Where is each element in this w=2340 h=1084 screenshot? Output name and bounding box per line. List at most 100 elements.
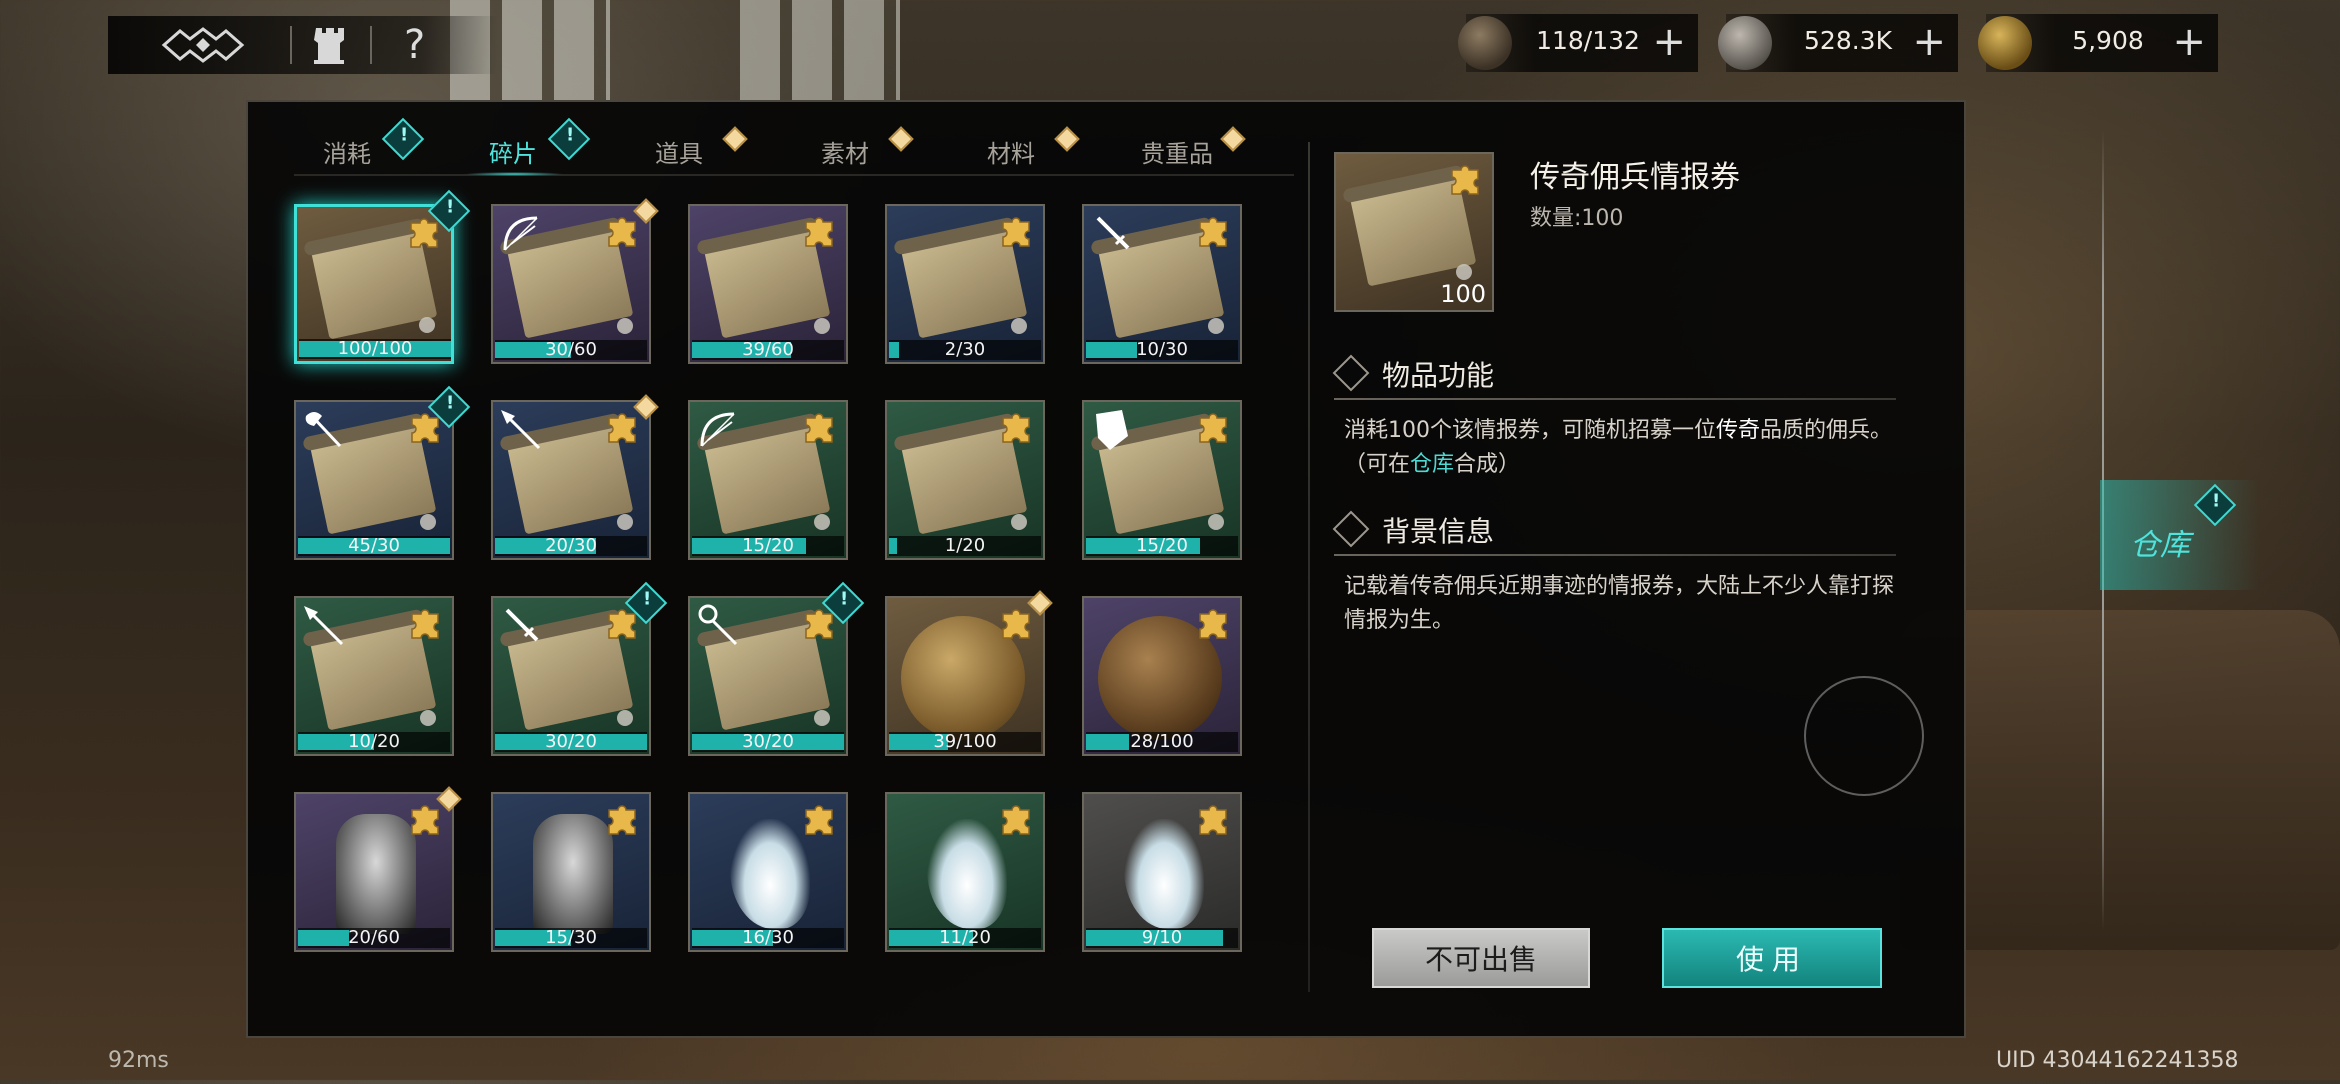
active-tab-indicator <box>464 172 564 176</box>
logo-icon <box>161 27 245 63</box>
fragment-count: 45/30 <box>348 535 400 556</box>
fragment-count: 16/30 <box>742 927 794 948</box>
user-id: UID 43044162241358 <box>1996 1048 2239 1073</box>
fragment-progress-bar: 15/30 <box>495 928 647 948</box>
spirit-wisp-art <box>1124 819 1204 929</box>
back-logo-button[interactable] <box>158 24 248 66</box>
background-section-title: 背景信息 <box>1332 510 1494 550</box>
puzzle-piece-icon <box>608 217 636 247</box>
fragment-progress-bar: 9/10 <box>1086 928 1238 948</box>
fragment-progress-bar: 20/30 <box>495 536 647 556</box>
ping-readout: 92ms <box>108 1048 169 1073</box>
inventory-slot[interactable]: 45/30 <box>294 400 454 560</box>
fragment-progress-bar: 39/60 <box>692 340 844 360</box>
add-resource-button[interactable]: + <box>2172 22 2206 62</box>
inventory-panel: 消耗碎片道具素材材料贵重品 100/100 30/60 39/60 2/30 10/30… <box>246 100 1966 1038</box>
inventory-slot[interactable]: 2/30 <box>885 204 1045 364</box>
puzzle-piece-icon <box>411 609 439 639</box>
inventory-slot[interactable]: 20/30 <box>491 400 651 560</box>
item-seal-icon <box>420 710 436 726</box>
desc-text: 消耗100个该情报券，可随机招募一位 <box>1344 418 1716 443</box>
fragment-count: 39/100 <box>933 731 997 752</box>
inventory-slot[interactable]: 30/60 <box>491 204 651 364</box>
puzzle-piece-icon <box>1199 413 1227 443</box>
use-button[interactable]: 使用 <box>1662 928 1882 988</box>
warehouse-label[interactable]: 仓库 <box>2130 520 2190 564</box>
fragment-count: 10/30 <box>1136 339 1188 360</box>
inventory-slot[interactable]: 16/30 <box>688 792 848 952</box>
item-seal-icon <box>1011 514 1027 530</box>
silver-coin-icon <box>1718 16 1772 70</box>
help-icon[interactable]: ? <box>404 22 425 68</box>
inventory-slot[interactable]: 10/20 <box>294 596 454 756</box>
function-title-text: 物品功能 <box>1382 359 1495 392</box>
inventory-slot[interactable]: 30/20 <box>688 596 848 756</box>
puzzle-piece-icon <box>805 217 833 247</box>
figurine-art <box>336 814 416 934</box>
virtual-joystick[interactable] <box>1804 676 1924 796</box>
inventory-slot[interactable]: 11/20 <box>885 792 1045 952</box>
item-seal-icon <box>419 317 435 333</box>
inventory-slot[interactable]: 15/30 <box>491 792 651 952</box>
fragment-count: 39/60 <box>742 339 794 360</box>
inventory-tabs: 消耗碎片道具素材材料贵重品 <box>294 117 1294 180</box>
fragment-progress-bar: 10/30 <box>1086 340 1238 360</box>
inventory-slot[interactable]: 39/60 <box>688 204 848 364</box>
background-chest <box>1900 610 2340 950</box>
item-seal-icon <box>1208 514 1224 530</box>
inventory-slot[interactable]: 15/20 <box>1082 400 1242 560</box>
panel-divider <box>1308 142 1310 992</box>
detail-item-name: 传奇佣兵情报券 <box>1530 160 1740 195</box>
fragment-progress-bar: 45/30 <box>298 536 450 556</box>
fragment-progress-bar: 15/20 <box>692 536 844 556</box>
fragment-count: 11/20 <box>939 927 991 948</box>
puzzle-piece-icon <box>1199 217 1227 247</box>
fragment-progress-bar: 30/20 <box>692 732 844 752</box>
antler-resource-icon <box>1458 16 1512 70</box>
fragment-count: 15/20 <box>1136 535 1188 556</box>
fragment-count: 10/20 <box>348 731 400 752</box>
fragment-count: 30/60 <box>545 339 597 360</box>
item-seal-icon <box>420 514 436 530</box>
inventory-slot[interactable]: 20/60 <box>294 792 454 952</box>
resource-value: 528.3K <box>1804 26 1892 55</box>
add-resource-button[interactable]: + <box>1652 22 1686 62</box>
fragment-progress-bar: 16/30 <box>692 928 844 948</box>
resource-silver: 528.3K + <box>1718 14 1958 72</box>
bow-icon <box>700 412 735 447</box>
axe-icon <box>305 412 342 448</box>
spirit-wisp-art <box>927 819 1007 929</box>
figurine-art <box>533 814 613 934</box>
shield-icon <box>1096 410 1128 450</box>
fragment-count: 30/20 <box>742 731 794 752</box>
item-seal-icon <box>814 710 830 726</box>
inventory-slot[interactable]: 39/100 <box>885 596 1045 756</box>
top-bar: ? <box>108 16 498 74</box>
inventory-slot[interactable]: 9/10 <box>1082 792 1242 952</box>
desc-link-warehouse[interactable]: 仓库 <box>1410 452 1454 477</box>
inventory-slot[interactable]: 15/20 <box>688 400 848 560</box>
inventory-slot[interactable]: 30/20 <box>491 596 651 756</box>
function-description: 消耗100个该情报券，可随机招募一位传奇品质的佣兵。（可在仓库合成） <box>1344 414 1904 482</box>
add-resource-button[interactable]: + <box>1912 22 1946 62</box>
castle-tower-icon[interactable] <box>313 26 347 64</box>
gold-feather-icon <box>1978 16 2032 70</box>
not-sellable-button[interactable]: 不可出售 <box>1372 928 1590 988</box>
function-section-title: 物品功能 <box>1332 354 1495 394</box>
puzzle-piece-icon <box>1002 413 1030 443</box>
inventory-slot[interactable]: 28/100 <box>1082 596 1242 756</box>
inventory-slot[interactable]: 1/20 <box>885 400 1045 560</box>
puzzle-piece-icon <box>608 805 636 835</box>
fragment-count: 1/20 <box>944 535 986 556</box>
resource-value: 118/132 <box>1536 26 1640 55</box>
fragment-progress-bar: 20/60 <box>298 928 450 948</box>
inventory-slot[interactable]: 100/100 <box>294 204 454 364</box>
fragment-progress-bar: 30/20 <box>495 732 647 752</box>
puzzle-piece-icon <box>1199 805 1227 835</box>
inventory-slot[interactable]: 10/30 <box>1082 204 1242 364</box>
puzzle-piece-icon <box>805 805 833 835</box>
puzzle-piece-icon <box>1002 217 1030 247</box>
desc-text: 合成） <box>1454 452 1521 477</box>
puzzle-piece-icon <box>1002 805 1030 835</box>
background-window <box>740 0 900 100</box>
